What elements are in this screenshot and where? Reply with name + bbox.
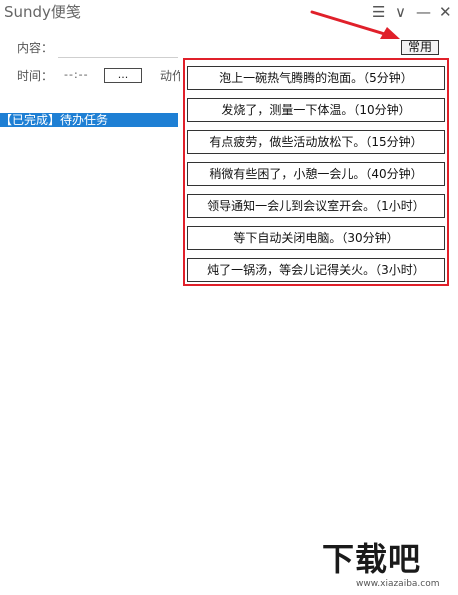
preset-item[interactable]: 稍微有些困了，小憩一会儿。（40分钟）	[187, 162, 445, 186]
content-input[interactable]	[58, 57, 178, 58]
task-list-item[interactable]: 【已完成】待办任务	[0, 113, 178, 127]
preset-item[interactable]: 发烧了，测量一下体温。（10分钟）	[187, 98, 445, 122]
time-field[interactable]: --:--	[64, 68, 89, 82]
annotation-arrow	[310, 10, 400, 39]
watermark-url: www.xiazaiba.com	[356, 579, 440, 589]
presets-panel: 泡上一碗热气腾腾的泡面。（5分钟） 发烧了，测量一下体温。（10分钟） 有点疲劳…	[183, 58, 449, 286]
preset-item[interactable]: 炖了一锅汤，等会儿记得关火。（3小时）	[187, 258, 445, 282]
action-label: 动作	[160, 69, 180, 83]
time-label: 时间：	[17, 69, 54, 83]
preset-item[interactable]: 等下自动关闭电脑。（30分钟）	[187, 226, 445, 250]
watermark-logo: 下载吧	[322, 540, 422, 578]
content-label: 内容：	[17, 41, 54, 55]
close-icon[interactable]: ✕	[439, 3, 452, 21]
preset-item[interactable]: 领导通知一会儿到会议室开会。（1小时）	[187, 194, 445, 218]
time-picker-button[interactable]: ...	[104, 68, 142, 83]
minimize-icon[interactable]: —	[416, 3, 431, 21]
window-title: Sundy便笺	[4, 3, 81, 21]
preset-item[interactable]: 泡上一碗热气腾腾的泡面。（5分钟）	[187, 66, 445, 90]
preset-item[interactable]: 有点疲劳，做些活动放松下。（15分钟）	[187, 130, 445, 154]
